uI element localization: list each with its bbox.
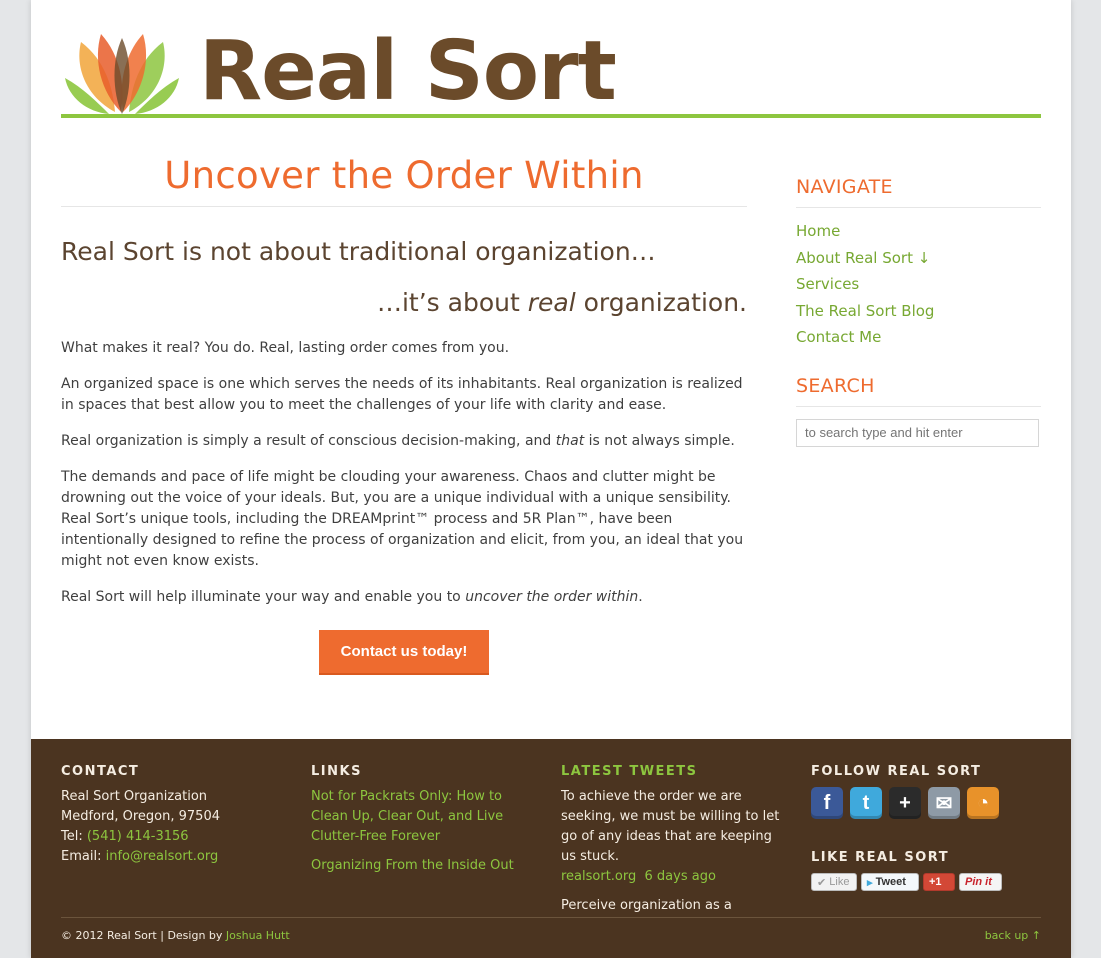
google-plus-one-button[interactable]: +1 <box>923 873 955 891</box>
footer-contact: CONTACT Real Sort Organization Medford, … <box>61 763 286 867</box>
gplus-label: +1 <box>929 876 942 888</box>
page-title: Uncover the Order Within <box>164 154 644 197</box>
tweet-bird-icon: ▸ <box>867 876 873 889</box>
paragraph-4: The demands and pace of life might be cl… <box>61 469 744 569</box>
designer-link[interactable]: Joshua Hutt <box>226 929 290 942</box>
social-icons: f t + ✉ ◔ <box>811 787 1036 819</box>
follow-heading: FOLLOW REAL SORT <box>811 764 982 779</box>
footer-link-packrats[interactable]: Not for Packrats Only: How to Clean Up, … <box>311 787 536 847</box>
tweet-1-time[interactable]: 6 days ago <box>645 869 716 884</box>
paragraph-1: What makes it real? You do. Real, lastin… <box>61 340 510 356</box>
tweet-2-text: Perceive organization as a dynamic proce… <box>561 898 732 913</box>
title-divider <box>61 206 747 207</box>
contact-org: Real Sort Organization <box>61 789 208 804</box>
subheading-1: Real Sort is not about traditional organ… <box>61 237 656 266</box>
like-heading: LIKE REAL SORT <box>811 850 950 865</box>
footer-tweets: LATEST TWEETS To achieve the order we ar… <box>561 763 786 913</box>
tweet-label: Tweet <box>875 876 906 888</box>
paragraph-3-pre: Real organization is simply a result of … <box>61 433 556 449</box>
subheading-2-emphasis: real <box>527 288 576 317</box>
body-text: What makes it real? You do. Real, lastin… <box>61 338 747 608</box>
navigate-heading: NAVIGATE <box>796 176 893 198</box>
footer-link-inside-out[interactable]: Organizing From the Inside Out <box>311 856 536 876</box>
footer-follow: FOLLOW REAL SORT f t + ✉ ◔ LIKE REAL SOR… <box>811 763 1036 891</box>
tweet-1-source[interactable]: realsort.org <box>561 869 636 884</box>
contact-tel: Tel: (541) 414-3156 <box>61 827 286 847</box>
email-label: Email: <box>61 849 106 864</box>
logo-text[interactable]: Real Sort <box>199 22 617 122</box>
contact-city: Medford, Oregon, 97504 <box>61 809 220 824</box>
contact-email: Email: info@realsort.org <box>61 847 286 867</box>
tweet-1-text: To achieve the order we are seeking, we … <box>561 789 780 864</box>
nav-item-blog[interactable]: The Real Sort Blog <box>796 298 1041 325</box>
back-up-link[interactable]: back up ↑ <box>985 929 1041 942</box>
subheading-2-pre: …it’s about <box>376 288 528 317</box>
share-buttons: ✔ Like ▸ Tweet +1 Pin it <box>811 873 1036 891</box>
search-heading: SEARCH <box>796 374 875 397</box>
cta-wrapper: Contact us today! <box>61 630 747 675</box>
nav-item-services[interactable]: Services <box>796 271 1041 298</box>
google-plus-icon[interactable]: + <box>889 787 921 819</box>
sidebar: NAVIGATE Home About Real Sort ↓ Services… <box>796 172 1041 447</box>
search-input[interactable] <box>796 418 1039 447</box>
paragraph-3: Real organization is simply a result of … <box>61 431 747 452</box>
site-footer: CONTACT Real Sort Organization Medford, … <box>31 739 1071 958</box>
copyright: © 2012 Real Sort | Design by Joshua Hutt <box>61 929 290 942</box>
nav-item-contact[interactable]: Contact Me <box>796 324 1041 351</box>
paragraph-5-emphasis: uncover the order within <box>465 589 639 605</box>
paragraph-3-emphasis: that <box>555 433 585 449</box>
tel-label: Tel: <box>61 829 87 844</box>
subheading-2: …it’s about real organization. <box>61 287 747 319</box>
tweet-button[interactable]: ▸ Tweet <box>861 873 919 891</box>
paragraph-5-post: . <box>638 589 643 605</box>
subheading-2-post: organization. <box>575 288 747 317</box>
twitter-icon[interactable]: t <box>850 787 882 819</box>
facebook-like-button[interactable]: ✔ Like <box>811 873 857 891</box>
search-divider <box>796 405 1041 407</box>
footer-divider <box>61 917 1041 918</box>
site-header: Real Sort <box>61 24 1041 120</box>
nav-item-about[interactable]: About Real Sort ↓ <box>796 245 1041 272</box>
tweet-1-meta: realsort.org 6 days ago <box>561 867 786 887</box>
tel-link[interactable]: (541) 414-3156 <box>87 829 189 844</box>
facebook-icon[interactable]: f <box>811 787 843 819</box>
pin-label: Pin it <box>965 876 992 888</box>
lotus-logo-icon[interactable] <box>61 32 183 114</box>
paragraph-5-pre: Real Sort will help illuminate your way … <box>61 589 466 605</box>
nav-item-home[interactable]: Home <box>796 218 1041 245</box>
header-divider <box>61 114 1041 118</box>
tweets-heading: LATEST TWEETS <box>561 764 698 779</box>
paragraph-5: Real Sort will help illuminate your way … <box>61 587 747 608</box>
rss-icon[interactable]: ◔ <box>967 787 999 819</box>
main-content: Uncover the Order Within Real Sort is no… <box>61 150 747 675</box>
footer-links: LINKS Not for Packrats Only: How to Clea… <box>311 763 536 876</box>
contact-heading: CONTACT <box>61 764 140 779</box>
navigate-divider <box>796 207 1041 208</box>
pin-it-button[interactable]: Pin it <box>959 873 1002 891</box>
paragraph-3-post: is not always simple. <box>584 433 735 449</box>
email-link[interactable]: info@realsort.org <box>106 849 219 864</box>
paragraph-2: An organized space is one which serves t… <box>61 376 743 413</box>
links-heading: LINKS <box>311 764 362 779</box>
email-icon[interactable]: ✉ <box>928 787 960 819</box>
like-label: Like <box>829 876 850 888</box>
contact-us-button[interactable]: Contact us today! <box>319 630 489 675</box>
copyright-text: © 2012 Real Sort | Design by <box>61 929 226 942</box>
